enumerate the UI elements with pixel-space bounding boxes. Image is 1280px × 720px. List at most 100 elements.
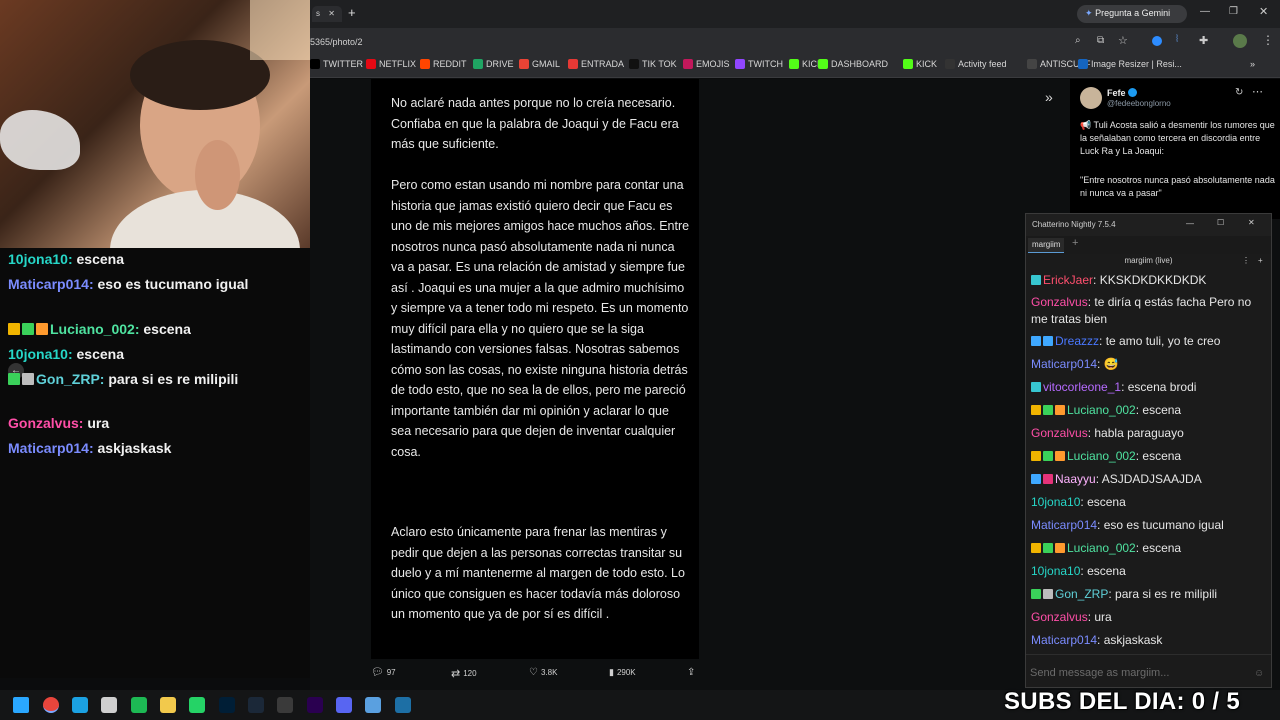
chat-username[interactable]: Luciano_002	[1067, 403, 1136, 417]
streamer-hand	[195, 140, 240, 210]
channel-menu-icon[interactable]: ⋮	[1242, 256, 1250, 265]
bookmark-3[interactable]: DRIVE	[473, 59, 514, 69]
chat-badge-icon	[1043, 336, 1053, 346]
folder-icon[interactable]	[160, 697, 176, 713]
bookmark-star-icon[interactable]: ☆	[1118, 34, 1128, 47]
chat-username[interactable]: Luciano_002	[1067, 541, 1136, 555]
tab-margiim[interactable]: margiim	[1028, 238, 1065, 253]
chat-username[interactable]: vitocorleone_1	[1043, 380, 1121, 394]
premiere-icon[interactable]	[307, 697, 323, 713]
chrome-icon[interactable]	[43, 697, 59, 713]
share-icon[interactable]: ⇪	[687, 667, 695, 678]
gemini-button[interactable]: ✦ Pregunta a Gemini	[1077, 5, 1187, 23]
chat-username[interactable]: Luciano_002	[1067, 449, 1136, 463]
author-handle[interactable]: @fedeebonglorno	[1107, 99, 1171, 108]
tweet-image[interactable]: No aclaré nada antes porque no lo creía …	[371, 79, 699, 659]
bookmark-label: TWITCH	[748, 59, 783, 69]
chat-username[interactable]: 10jona10	[8, 251, 68, 267]
new-tab-button[interactable]: +	[348, 5, 356, 20]
chat-username[interactable]: Dreazzz	[1055, 334, 1099, 348]
chat-badge-icon	[1043, 474, 1053, 484]
split-add-icon[interactable]: +	[1258, 256, 1263, 265]
emote-picker-icon[interactable]: ☺	[1254, 668, 1264, 679]
grok-icon[interactable]: ↻	[1235, 87, 1243, 98]
chat-username[interactable]: 10jona10	[1031, 495, 1080, 509]
bookmark-label: GMAIL	[532, 59, 561, 69]
chat-username[interactable]: Naayyu	[1055, 472, 1096, 486]
bookmark-2[interactable]: REDDIT	[420, 59, 467, 69]
bookmark-4[interactable]: GMAIL	[519, 59, 560, 69]
chat-username[interactable]: Maticarp014	[1031, 633, 1097, 647]
chat-username[interactable]: Maticarp014	[8, 440, 89, 456]
chat-username[interactable]: Gonzalvus	[1031, 610, 1088, 624]
repost-button[interactable]: ⇄ 120	[451, 667, 477, 680]
bookmarks-overflow-icon[interactable]: »	[1250, 59, 1255, 69]
chat-username[interactable]: ErickJaer	[1043, 273, 1093, 287]
bookmark-1[interactable]: NETFLIX	[366, 59, 416, 69]
like-button[interactable]: ♡ 3.8K	[529, 667, 557, 678]
chat-username[interactable]: Gonzalvus	[8, 415, 79, 431]
close-tab-icon[interactable]: ✕	[328, 9, 335, 18]
chat-username[interactable]: Maticarp014	[1031, 357, 1097, 371]
chat-username[interactable]: Gonzalvus	[1031, 295, 1088, 309]
more-options-icon[interactable]: ⋯	[1252, 85, 1263, 98]
browser-menu-icon[interactable]: ⋮	[1262, 33, 1274, 47]
bookmark-10[interactable]: DASHBOARD	[818, 59, 888, 69]
address-input[interactable]: 5365/photo/2	[310, 32, 1070, 52]
windows-start-icon[interactable]	[13, 697, 29, 713]
extension-blue-icon[interactable]	[1152, 36, 1162, 46]
chatterino-icon[interactable]	[395, 697, 411, 713]
minimize-icon[interactable]: —	[1186, 219, 1194, 228]
reply-button[interactable]: 💬︎ 97	[371, 667, 396, 678]
chat-message-text: KKSKDKDKKDKDK	[1099, 273, 1207, 287]
edge-icon[interactable]	[72, 697, 88, 713]
chat-badge-icon	[1043, 589, 1053, 599]
notes-icon[interactable]	[365, 697, 381, 713]
bookmark-11[interactable]: KICK	[903, 59, 937, 69]
bookmark-6[interactable]: TIK TOK	[629, 59, 677, 69]
spotify-icon[interactable]	[131, 697, 147, 713]
author-name[interactable]: Fefe	[1107, 88, 1126, 98]
close-window-icon[interactable]: ✕	[1259, 5, 1268, 18]
whatsapp-icon[interactable]	[189, 697, 205, 713]
add-tab-icon[interactable]: +	[1072, 237, 1078, 249]
chat-username[interactable]: Gonzalvus	[1031, 426, 1088, 440]
browser-tab[interactable]: s ✕	[312, 6, 342, 22]
install-icon[interactable]: ⧉	[1097, 35, 1104, 46]
bookmark-5[interactable]: ENTRADA	[568, 59, 624, 69]
chat-colon: :	[1093, 273, 1100, 287]
x-expand-icon[interactable]: »	[1045, 89, 1053, 105]
obs-icon[interactable]	[277, 697, 293, 713]
profile-avatar-icon[interactable]	[1233, 34, 1247, 48]
chat-username[interactable]: Luciano_002	[50, 321, 135, 337]
resizer-icon	[1078, 59, 1088, 69]
extensions-puzzle-icon[interactable]: ✚	[1199, 34, 1208, 47]
chat-username[interactable]: 10jona10	[1031, 564, 1080, 578]
chat-username[interactable]: Gon_ZRP	[1055, 587, 1108, 601]
author-avatar[interactable]	[1080, 87, 1102, 109]
chat-message-input[interactable]: Send message as margiim... ☺	[1026, 654, 1271, 686]
capture-icon[interactable]	[101, 697, 117, 713]
views-button[interactable]: ▮ 290K	[609, 667, 636, 678]
bookmark-8[interactable]: TWITCH	[735, 59, 783, 69]
zoom-icon[interactable]: ⌕	[1075, 35, 1081, 46]
chat-badge-icon	[1043, 405, 1053, 415]
bookmark-14[interactable]: Image Resizer | Resi...	[1078, 59, 1182, 69]
photoshop-icon[interactable]	[219, 697, 235, 713]
maximize-window-icon[interactable]: ❐	[1229, 6, 1238, 17]
chat-username[interactable]: Gon_ZRP	[36, 371, 100, 387]
extension-wave-icon[interactable]: ⦚	[1176, 34, 1178, 45]
discord-icon[interactable]	[336, 697, 352, 713]
chat-message-text: escena brodi	[1127, 380, 1197, 394]
chat-username[interactable]: Maticarp014	[1031, 518, 1097, 532]
bookmark-12[interactable]: Activity feed	[945, 59, 1007, 69]
bookmark-7[interactable]: EMOJIS	[683, 59, 730, 69]
bookmark-label: TIK TOK	[642, 59, 677, 69]
maximize-icon[interactable]: ☐	[1217, 218, 1224, 227]
steam-icon[interactable]	[248, 697, 264, 713]
close-icon[interactable]: ✕	[1248, 218, 1255, 227]
chat-username[interactable]: Maticarp014	[8, 276, 89, 292]
minimize-window-icon[interactable]: —	[1200, 6, 1210, 17]
chat-username[interactable]: 10jona10	[8, 346, 68, 362]
bookmark-0[interactable]: TWITTER	[310, 59, 363, 69]
